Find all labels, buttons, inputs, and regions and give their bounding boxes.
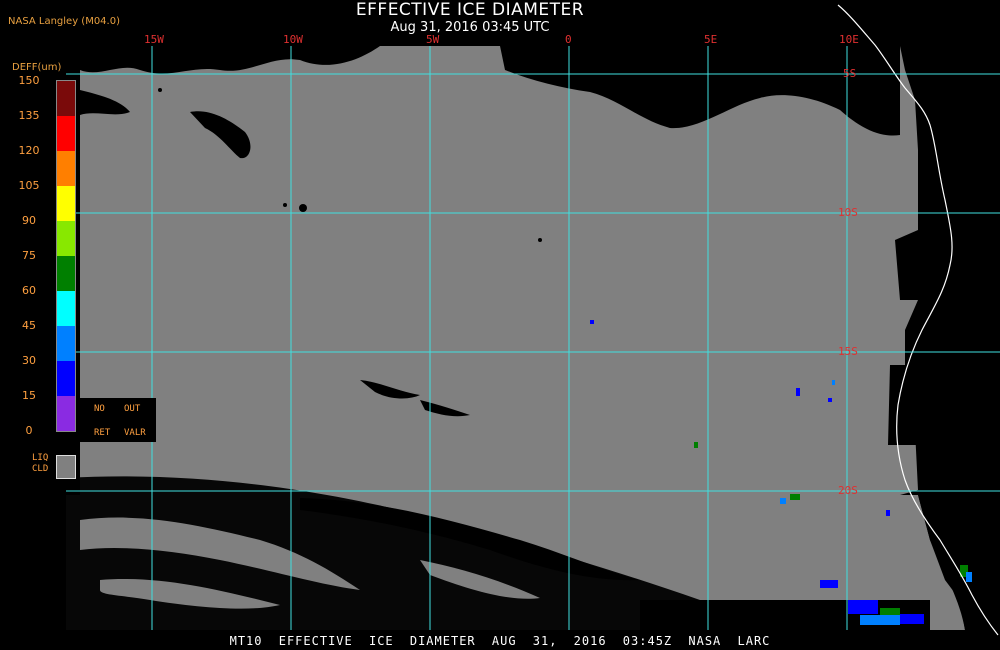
no-retrieval-legend: NO OUT RET VALR [80,398,156,442]
color-scale-segment [57,256,75,291]
lon-label-0: 0 [565,33,572,46]
timestamp: Aug 31, 2016 03:45 UTC [390,20,550,35]
lon-label-10w: 10W [283,33,303,46]
color-scale-segment [57,116,75,151]
legend-tick: 30 [22,354,36,367]
color-scale-segment [57,81,75,116]
legend-tick: 75 [22,249,36,262]
lon-label-10e: 10E [839,33,859,46]
color-scale-bar [56,80,76,432]
legend-tick: 135 [18,109,40,122]
color-scale-segment [57,361,75,396]
color-scale-segment [57,221,75,256]
legend-tick: 90 [22,214,36,227]
noret-ret-label: RET [94,428,111,438]
legend-tick: 120 [18,144,40,157]
color-scale-segment [57,291,75,326]
liquid-cloud-label-line1: LIQ [32,453,49,463]
lon-label-5w: 5W [426,33,440,46]
legend-tick: 0 [25,424,33,437]
liquid-cloud-swatch [56,455,76,479]
lat-label-15s: 15S [838,345,858,358]
color-scale-segment [57,151,75,186]
legend-tick: 15 [22,389,36,402]
color-scale-segment [57,186,75,221]
noret-no-label: NO [94,404,105,414]
liquid-cloud-label-line2: CLD [32,464,49,474]
lat-label-5s: 5S [843,67,857,80]
noret-valr-label: VALR [124,428,146,438]
color-scale-segment [57,326,75,361]
map-canvas [66,4,1000,636]
satellite-image-viewer: NASA Langley (M04.0) EFFECTIVE ICE DIAME… [0,0,1000,650]
color-scale-segment [57,396,75,431]
noret-out-label: OUT [124,404,141,414]
lon-label-15w: 15W [144,33,164,46]
legend-tick: 105 [18,179,40,192]
page-title: EFFECTIVE ICE DIAMETER [355,0,585,20]
agency-label: NASA Langley (M04.0) [8,16,120,27]
legend-tick: 45 [22,319,36,332]
lon-label-5e: 5E [704,33,718,46]
lat-label-10s: 10S [838,206,858,219]
legend-tick: 60 [22,284,36,297]
legend-tick: 150 [18,74,40,87]
footer-caption: MT10 EFFECTIVE ICE DIAMETER AUG 31, 2016… [229,634,771,648]
legend-title: DEFF(um) [12,62,62,73]
lat-label-20s: 20S [838,484,858,497]
